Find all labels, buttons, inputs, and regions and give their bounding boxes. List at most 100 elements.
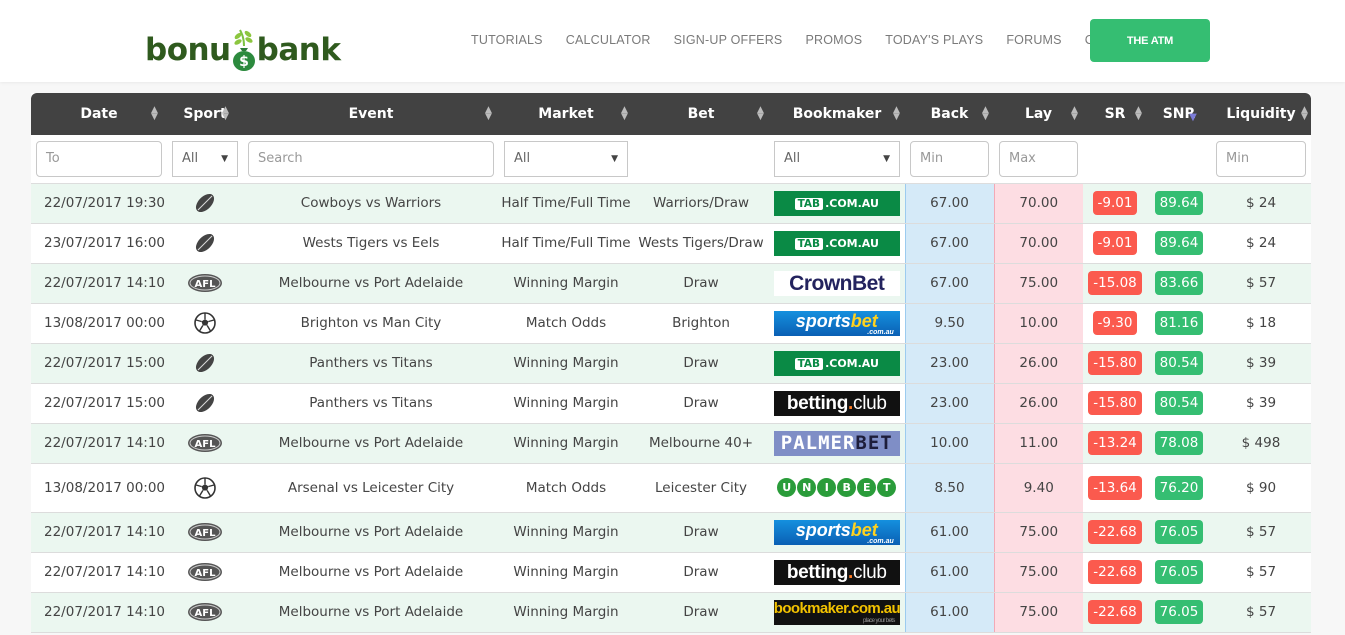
- bookmaker-cell[interactable]: sportsbet .com.au: [769, 303, 905, 344]
- back-min-input[interactable]: Min: [910, 140, 989, 177]
- lay-max-input[interactable]: Max: [999, 140, 1078, 177]
- table-row[interactable]: 13/08/2017 00:00 Brighton vs Man City Matc…: [31, 303, 1311, 344]
- sort-both-icon[interactable]: ▲ ▼: [222, 106, 229, 122]
- table-row[interactable]: 22/07/2017 14:10 AFL Melbourne vs Port Ade…: [31, 592, 1311, 633]
- bonusbank-logo[interactable]: bonu $ bank: [145, 10, 341, 71]
- table-row[interactable]: 22/07/2017 14:10 AFL Melbourne vs Port Ade…: [31, 423, 1311, 464]
- sport-select[interactable]: All ▼: [172, 140, 238, 177]
- sort-both-icon[interactable]: ▲ ▼: [982, 106, 989, 122]
- sort-both-icon[interactable]: ▲ ▼: [151, 106, 158, 122]
- table-row[interactable]: 22/07/2017 14:10 AFL Melbourne vs Port Ade…: [31, 552, 1311, 593]
- sort-both-icon[interactable]: ▲ ▼: [485, 106, 492, 122]
- lay-odds-cell: 70.00: [993, 183, 1083, 224]
- column-header-snr[interactable]: SNR ▼: [1147, 93, 1211, 135]
- column-header-bookmaker[interactable]: Bookmaker ▲ ▼: [769, 93, 905, 135]
- bet-cell: Draw: [633, 263, 769, 304]
- sort-both-icon[interactable]: ▲ ▼: [1301, 106, 1308, 122]
- table-header-row: Date ▲ ▼ Sport ▲ ▼ Event ▲ ▼ Market ▲ ▼ Bet ▲ ▼ Bookmak…: [31, 93, 1311, 135]
- snr-badge: 76.05: [1154, 520, 1204, 544]
- column-header-label: SR: [1104, 106, 1126, 122]
- bookmaker-cell[interactable]: TAB .COM.AU: [769, 183, 905, 224]
- snr-badge: 89.64: [1154, 231, 1204, 255]
- liquidity-min-input[interactable]: Min: [1216, 140, 1306, 177]
- tab-logo: TAB .COM.AU: [773, 350, 900, 376]
- nav-calculator[interactable]: CALCULATOR: [566, 33, 651, 47]
- main-nav: TUTORIALS CALCULATOR SIGN-UP OFFERS PROM…: [471, 33, 1142, 47]
- back-odds-cell: 67.00: [904, 263, 994, 304]
- sort-both-icon[interactable]: ▲ ▼: [621, 106, 628, 122]
- column-header-back[interactable]: Back ▲ ▼: [905, 93, 994, 135]
- bet-cell: Warriors/Draw: [633, 183, 769, 224]
- bookmaker-cell[interactable]: sportsbet .com.au: [769, 512, 905, 553]
- snr-badge: 76.20: [1154, 475, 1204, 500]
- sport-cell: AFL: [167, 512, 243, 553]
- table-row[interactable]: 22/07/2017 15:00 Panthers vs Titans Winnin…: [31, 383, 1311, 424]
- nav-tutorials[interactable]: TUTORIALS: [471, 33, 543, 47]
- date-cell: 22/07/2017 14:10: [31, 512, 167, 553]
- bet-cell: Draw: [633, 552, 769, 593]
- bookmaker-cell[interactable]: TAB .COM.AU: [769, 223, 905, 264]
- lay-odds-cell: 70.00: [993, 223, 1083, 264]
- market-cell: Winning Margin: [499, 383, 633, 424]
- bookmaker-cell[interactable]: bookmaker.com.au place your bets: [769, 592, 905, 633]
- nav-todays-plays[interactable]: TODAY'S PLAYS: [885, 33, 983, 47]
- column-header-sport[interactable]: Sport ▲ ▼: [167, 93, 243, 135]
- bookmaker-cell[interactable]: betting.club: [769, 383, 905, 424]
- svg-text:$: $: [239, 54, 249, 70]
- the-atm-button[interactable]: THE ATM: [1090, 19, 1210, 62]
- sort-both-icon[interactable]: ▲ ▼: [893, 106, 900, 122]
- nav-promos[interactable]: PROMOS: [805, 33, 862, 47]
- column-header-label: Sport: [183, 106, 227, 122]
- bookmaker-cell[interactable]: CrownBet: [769, 263, 905, 304]
- liquidity-cell: $ 57: [1211, 263, 1311, 304]
- sort-both-icon[interactable]: ▲ ▼: [1071, 106, 1078, 122]
- liquidity-cell: $ 57: [1211, 592, 1311, 633]
- table-row[interactable]: 13/08/2017 00:00 Arsenal vs Leicester Cit…: [31, 463, 1311, 513]
- snr-badge: 89.64: [1154, 191, 1204, 215]
- column-header-lay[interactable]: Lay ▲ ▼: [994, 93, 1083, 135]
- back-odds-cell: 67.00: [904, 223, 994, 264]
- liquidity-cell: $ 39: [1211, 343, 1311, 384]
- event-search-input[interactable]: Search: [248, 140, 494, 177]
- chevron-down-icon: ▼: [883, 153, 890, 164]
- bookmaker-select[interactable]: All ▼: [774, 140, 900, 177]
- date-cell: 22/07/2017 14:10: [31, 423, 167, 464]
- filter-sr-cell: [1083, 135, 1147, 184]
- market-cell: Winning Margin: [499, 512, 633, 553]
- column-header-event[interactable]: Event ▲ ▼: [243, 93, 499, 135]
- column-header-sr[interactable]: SR ▲ ▼: [1083, 93, 1147, 135]
- date-to-input[interactable]: To: [36, 140, 162, 177]
- column-header-market[interactable]: Market ▲ ▼: [499, 93, 633, 135]
- table-row[interactable]: 22/07/2017 14:10 AFL Melbourne vs Port Ade…: [31, 263, 1311, 304]
- column-header-bet[interactable]: Bet ▲ ▼: [633, 93, 769, 135]
- bookmaker-cell[interactable]: betting.club: [769, 552, 905, 593]
- lay-odds-cell: 9.40: [993, 463, 1083, 513]
- column-header-date[interactable]: Date ▲ ▼: [31, 93, 167, 135]
- odds-table: Date ▲ ▼ Sport ▲ ▼ Event ▲ ▼ Market ▲ ▼ Bet ▲ ▼ Bookmak…: [31, 93, 1311, 633]
- market-cell: Winning Margin: [499, 423, 633, 464]
- sport-cell: AFL: [167, 552, 243, 593]
- market-cell: Winning Margin: [499, 552, 633, 593]
- table-row[interactable]: 22/07/2017 19:30 Cowboys vs Warriors Half …: [31, 183, 1311, 224]
- column-header-label: Lay: [1024, 106, 1053, 122]
- bet-cell: Melbourne 40+: [633, 423, 769, 464]
- sr-badge: -9.01: [1092, 231, 1138, 255]
- nav-sign-up-offers[interactable]: SIGN-UP OFFERS: [674, 33, 783, 47]
- table-row[interactable]: 23/07/2017 16:00 Wests Tigers vs Eels Half…: [31, 223, 1311, 264]
- sort-both-icon[interactable]: ▲ ▼: [1135, 106, 1142, 122]
- market-select[interactable]: All ▼: [504, 140, 628, 177]
- column-header-label: Event: [348, 106, 394, 122]
- event-cell: Melbourne vs Port Adelaide: [243, 423, 499, 464]
- palmerbet-logo: PALMERBET: [773, 430, 900, 456]
- bookmaker-cell[interactable]: TAB .COM.AU: [769, 343, 905, 384]
- sport-cell: [167, 303, 243, 344]
- sort-both-icon[interactable]: ▲ ▼: [757, 106, 764, 122]
- nav-forums[interactable]: FORUMS: [1006, 33, 1061, 47]
- column-header-liquidity[interactable]: Liquidity ▲ ▼: [1211, 93, 1311, 135]
- snr-cell: 89.64: [1147, 183, 1211, 224]
- sr-badge: -15.80: [1088, 391, 1142, 415]
- table-row[interactable]: 22/07/2017 15:00 Panthers vs Titans Winnin…: [31, 343, 1311, 384]
- table-row[interactable]: 22/07/2017 14:10 AFL Melbourne vs Port Ade…: [31, 512, 1311, 553]
- bookmaker-cell[interactable]: PALMERBET: [769, 423, 905, 464]
- bookmaker-cell[interactable]: UNIBET: [769, 463, 905, 513]
